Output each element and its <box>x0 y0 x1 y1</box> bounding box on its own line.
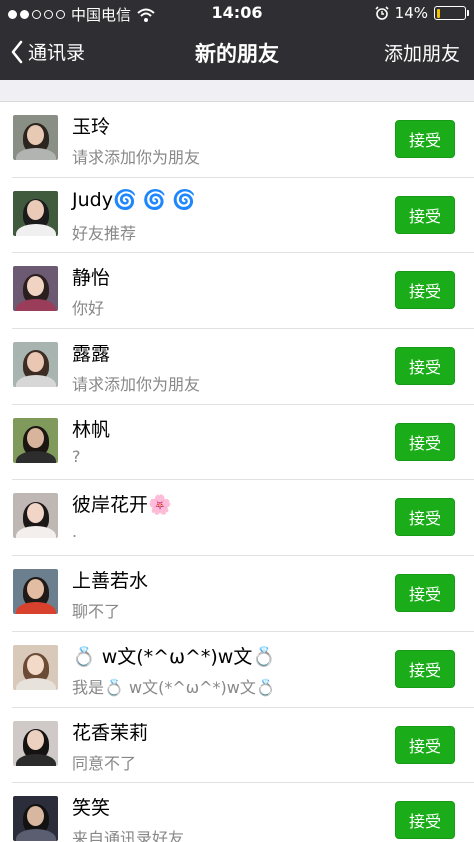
contact-name: 玉玲 <box>72 116 111 138</box>
avatar[interactable] <box>13 796 58 842</box>
avatar[interactable] <box>13 569 58 615</box>
avatar-body <box>15 753 56 766</box>
avatar-body <box>15 526 56 539</box>
accept-button[interactable]: 接受 <box>395 649 455 688</box>
battery-level <box>436 8 441 18</box>
avatar-face <box>27 654 44 675</box>
contact-name: 静怡 <box>72 267 111 290</box>
avatar-body <box>15 375 56 388</box>
avatar[interactable] <box>13 720 58 766</box>
avatar-body <box>15 602 56 615</box>
avatar-face <box>27 578 44 599</box>
accept-button[interactable]: 接受 <box>395 725 455 764</box>
avatar-face <box>27 427 44 448</box>
avatar-body <box>15 299 56 312</box>
friend-request-item[interactable]: 彼岸花开🌸 . 接受 <box>0 480 474 557</box>
contact-name: 林帆 <box>72 418 111 441</box>
request-message: ? <box>72 446 81 466</box>
request-message: 请求添加你为朋友 <box>72 148 201 167</box>
friend-request-item[interactable]: 花香茉莉 同意不了 接受 <box>0 707 474 784</box>
avatar-body <box>15 148 56 160</box>
avatar-body <box>15 223 56 236</box>
contact-name: 笑笑 <box>72 797 111 820</box>
accept-button[interactable]: 接受 <box>395 498 455 537</box>
status-right: 14% <box>375 4 469 22</box>
request-message: 请求添加你为朋友 <box>72 375 201 395</box>
contact-name: 花香茉莉 <box>72 721 149 744</box>
request-message: . <box>72 522 78 542</box>
request-message: 好友推荐 <box>72 223 137 243</box>
contact-name: 上善若水 <box>72 570 149 593</box>
avatar[interactable] <box>13 342 58 388</box>
accept-button[interactable]: 接受 <box>395 422 455 461</box>
avatar[interactable] <box>13 417 58 463</box>
avatar[interactable] <box>13 190 58 236</box>
accept-button[interactable]: 接受 <box>395 574 455 613</box>
avatar-body <box>15 677 56 690</box>
accept-button[interactable]: 接受 <box>395 271 455 310</box>
friend-request-item[interactable]: 静怡 你好 接受 <box>0 253 474 330</box>
friend-request-list: 玉玲 请求添加你为朋友 接受 Judy🌀 🌀 🌀 好友推荐 接受 静怡 你好 接… <box>0 102 474 842</box>
avatar[interactable] <box>13 644 58 690</box>
status-bar: 中国电信 14:06 14% <box>0 0 474 26</box>
accept-button[interactable]: 接受 <box>395 120 455 158</box>
friend-request-item[interactable]: 上善若水 聊不了 接受 <box>0 556 474 632</box>
battery-percent: 14% <box>394 4 428 22</box>
friend-request-item[interactable]: 露露 请求添加你为朋友 接受 <box>0 329 474 405</box>
top-bar: 中国电信 14:06 14% 通讯录 新的朋友 添加朋友 <box>0 0 474 80</box>
avatar-face <box>27 805 44 826</box>
contact-name: 彼岸花开🌸 <box>72 494 172 517</box>
contact-name: Judy🌀 🌀 🌀 <box>72 188 197 211</box>
friend-request-item[interactable]: 林帆 ? 接受 <box>0 404 474 481</box>
contact-name: 露露 <box>72 343 111 366</box>
request-message: 你好 <box>72 299 105 319</box>
navigation-bar: 通讯录 新的朋友 添加朋友 <box>0 26 474 80</box>
accept-button[interactable]: 接受 <box>395 195 455 234</box>
friend-request-item[interactable]: 玉玲 请求添加你为朋友 接受 <box>0 102 474 178</box>
accept-button[interactable]: 接受 <box>395 347 455 386</box>
avatar[interactable] <box>13 493 58 539</box>
avatar[interactable] <box>13 266 58 312</box>
friend-request-item[interactable]: Judy🌀 🌀 🌀 好友推荐 接受 <box>0 177 474 254</box>
battery-icon <box>434 6 469 20</box>
request-message: 我是💍 w文(*^ω^*)w文💍 <box>72 677 276 697</box>
add-friend-button[interactable]: 添加朋友 <box>384 39 460 66</box>
accept-button[interactable]: 接受 <box>395 801 455 840</box>
avatar-face <box>27 124 44 145</box>
friend-request-item[interactable]: 笑笑 来自通讯录好友 接受 <box>0 783 474 842</box>
avatar-body <box>15 450 56 463</box>
request-message: 聊不了 <box>72 602 121 622</box>
avatar[interactable] <box>13 115 58 160</box>
avatar-face <box>27 351 44 372</box>
friend-request-item[interactable]: 💍 w文(*^ω^*)w文💍 我是💍 w文(*^ω^*)w文💍 接受 <box>0 631 474 708</box>
request-message: 同意不了 <box>72 753 137 773</box>
contact-name: 💍 w文(*^ω^*)w文💍 <box>72 645 277 668</box>
request-message: 来自通讯录好友 <box>72 829 185 842</box>
avatar-body <box>15 829 56 842</box>
list-header-spacer <box>0 80 474 102</box>
alarm-clock-icon <box>375 6 389 20</box>
